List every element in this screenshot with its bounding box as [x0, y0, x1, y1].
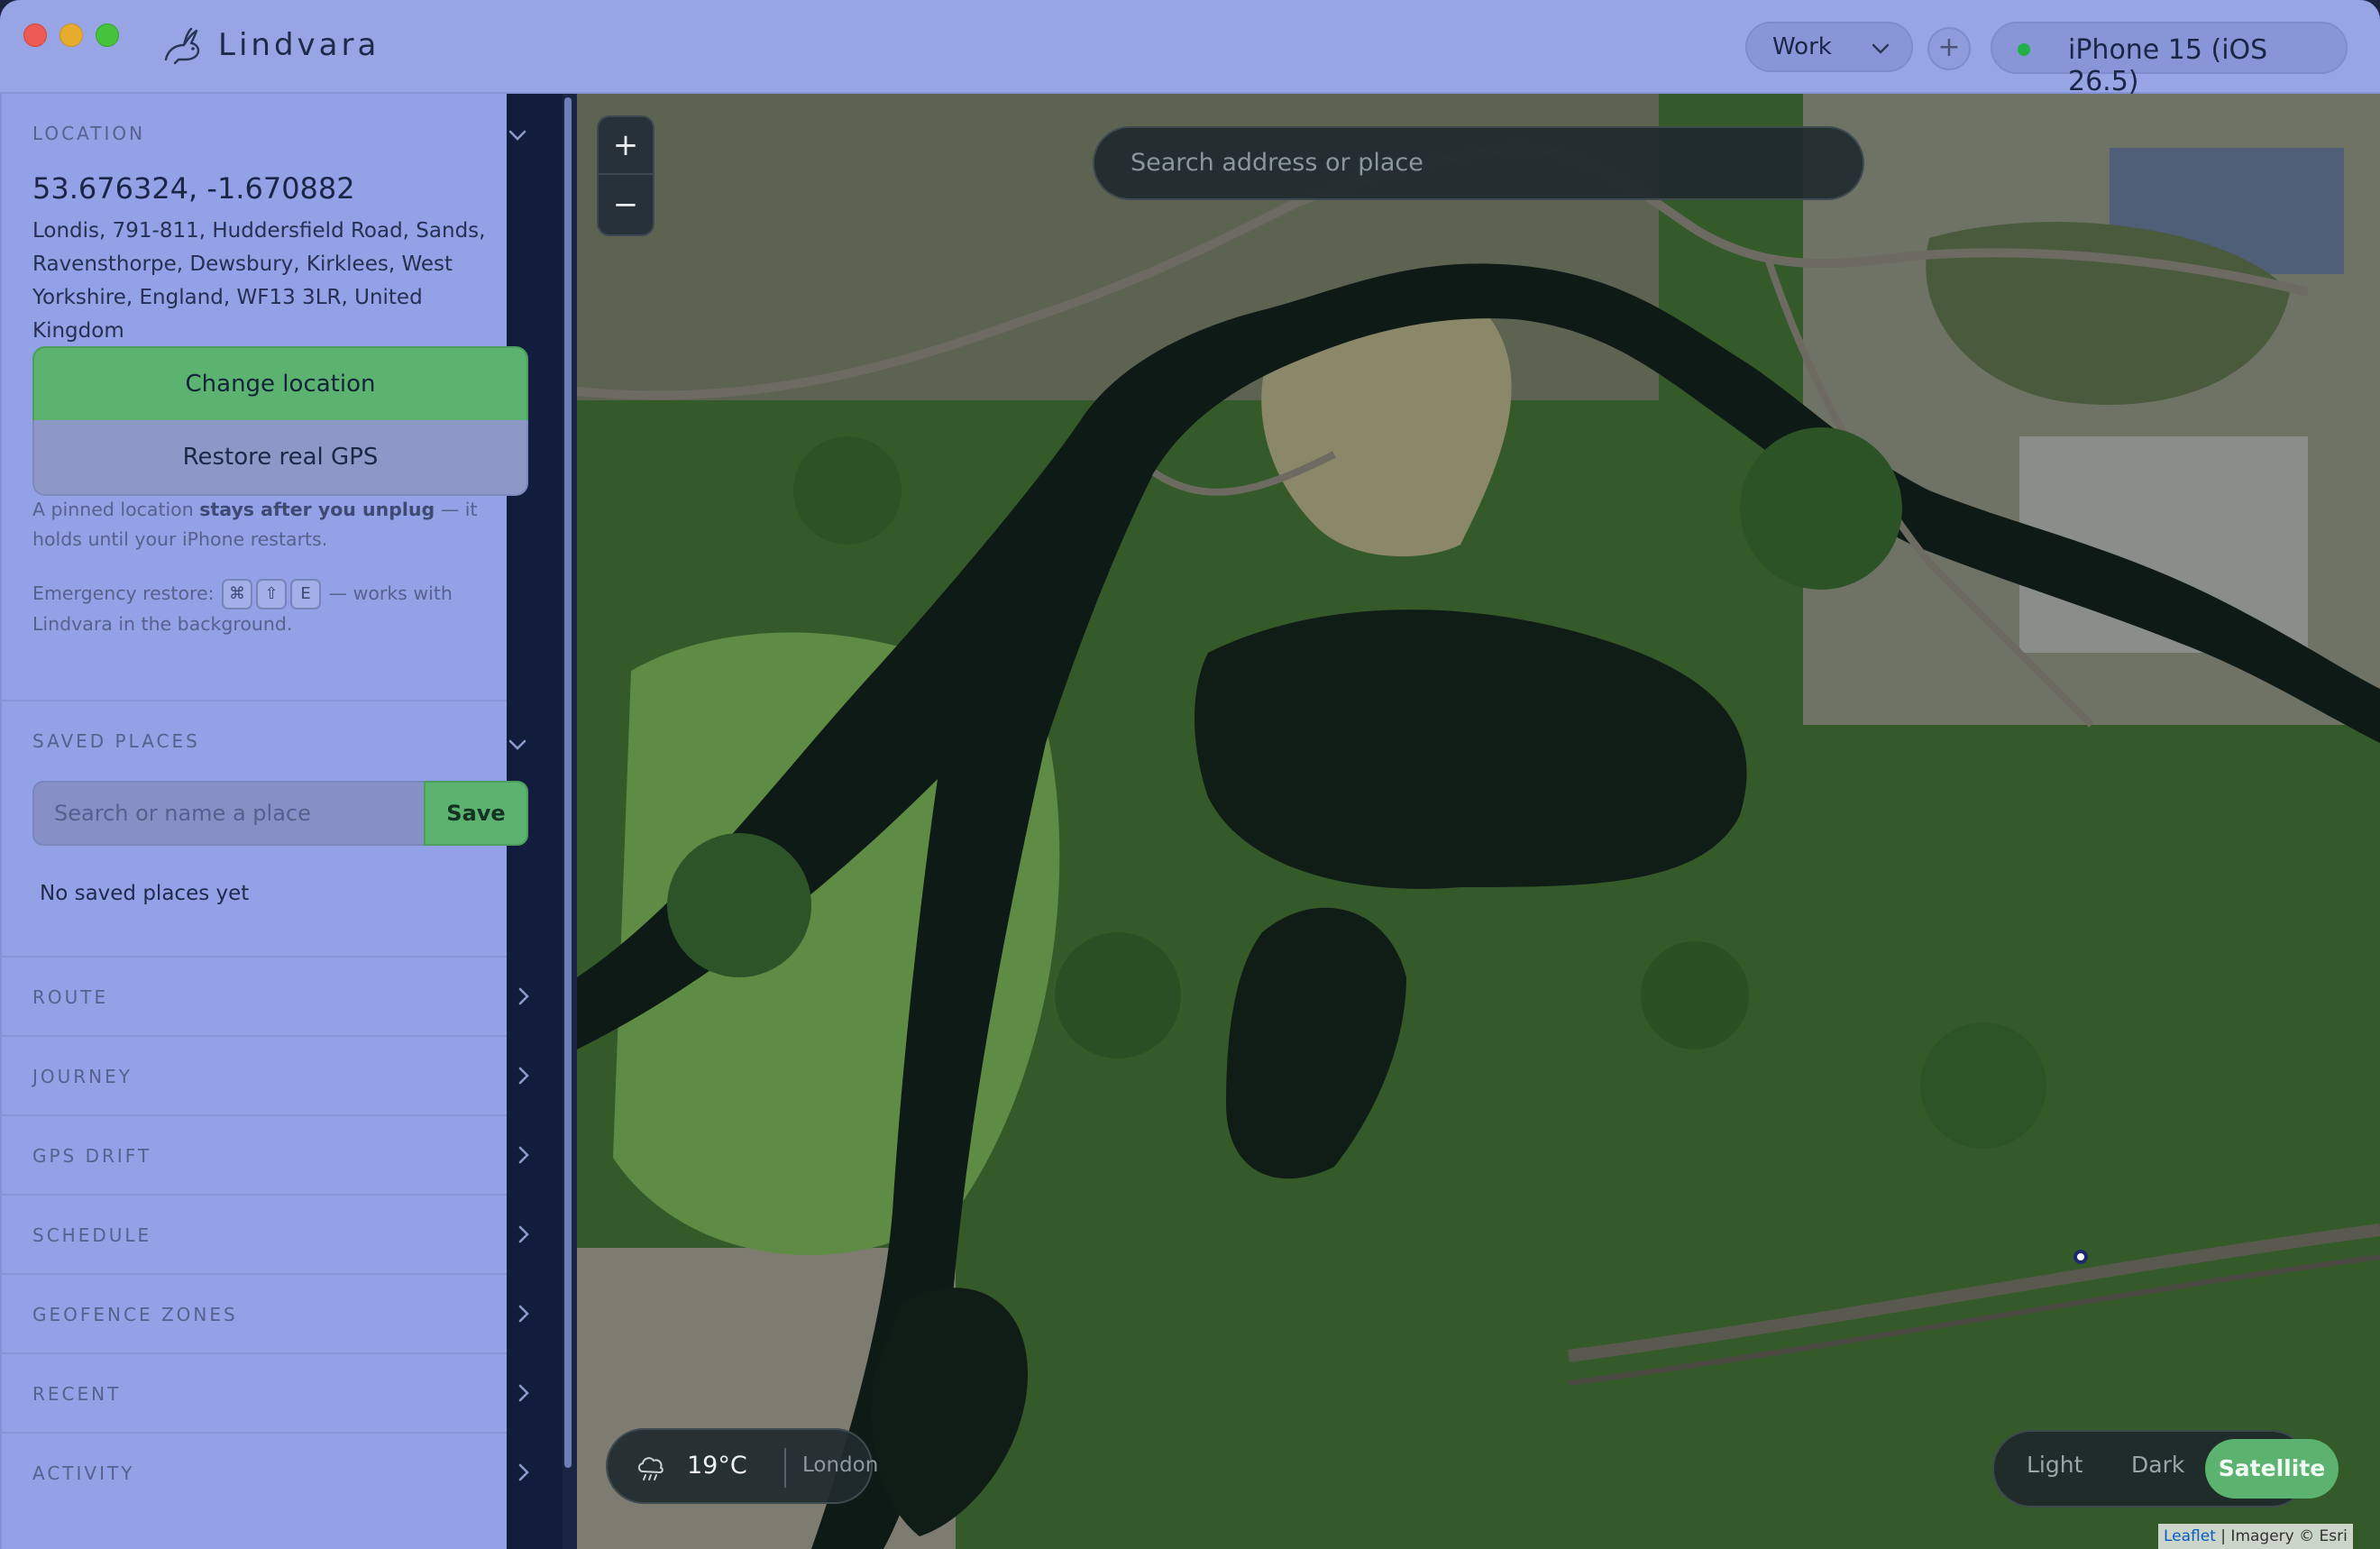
section-label: RECENT — [32, 1383, 122, 1405]
map-style-light[interactable]: Light — [2027, 1452, 2082, 1478]
map-style-switcher: Light Dark Satellite — [1992, 1430, 2339, 1508]
section-label: SCHEDULE — [32, 1224, 152, 1246]
saved-place-input[interactable]: Search or name a place — [32, 781, 424, 846]
emergency-note: Emergency restore: ⌘ ⇧ E — works with Lind… — [32, 579, 510, 639]
pin-note-prefix: A pinned location — [32, 499, 200, 520]
map-style-dark[interactable]: Dark — [2131, 1452, 2184, 1478]
chevron-right-icon — [518, 1067, 529, 1085]
section-journey[interactable]: JOURNEY — [2, 1037, 529, 1116]
chevron-down-icon[interactable] — [505, 123, 530, 148]
pin-note: A pinned location stays after you unplug… — [32, 495, 510, 555]
section-divider — [2, 700, 507, 701]
zoom-window-button[interactable] — [96, 23, 119, 47]
chevron-down-icon — [1872, 43, 1890, 54]
profile-select-value: Work — [1772, 33, 1832, 60]
chevron-right-icon — [518, 987, 529, 1005]
section-label: ROUTE — [32, 986, 109, 1008]
location-heading: LOCATION — [32, 123, 146, 144]
rabbit-logo-icon — [164, 27, 200, 65]
section-route[interactable]: ROUTE — [2, 958, 529, 1037]
satellite-imagery — [577, 94, 2380, 1549]
section-label: GEOFENCE ZONES — [32, 1304, 238, 1325]
close-window-button[interactable] — [23, 23, 47, 47]
imagery-credit: | Imagery © Esri — [2220, 1527, 2348, 1545]
chevron-right-icon — [518, 1225, 529, 1243]
satellite-map[interactable]: + − Search address or place 19°C London … — [577, 94, 2380, 1549]
weather-divider — [784, 1448, 786, 1488]
chevron-right-icon — [518, 1305, 529, 1323]
sidebar-scrollbar-thumb[interactable] — [564, 97, 572, 1468]
location-marker[interactable] — [2073, 1250, 2088, 1264]
weather-city: London — [802, 1453, 879, 1477]
device-selector[interactable]: iPhone 15 (iOS 26.5) — [1991, 22, 2348, 97]
change-location-button[interactable]: Change location — [32, 346, 528, 422]
section-geofence-zones[interactable]: GEOFENCE ZONES — [2, 1275, 529, 1354]
weather-temperature: 19°C — [687, 1452, 747, 1480]
section-label: ACTIVITY — [32, 1462, 135, 1484]
chevron-right-icon — [518, 1146, 529, 1164]
zoom-in-button[interactable]: + — [599, 117, 653, 175]
map-attribution: Leaflet | Imagery © Esri — [2158, 1524, 2353, 1549]
pin-note-emphasis: stays after you unplug — [199, 499, 435, 520]
map-search-input[interactable]: Search address or place — [1093, 126, 1864, 200]
weather-widget: 19°C London — [606, 1428, 878, 1504]
restore-gps-button[interactable]: Restore real GPS — [32, 420, 528, 496]
window-titlebar: Lindvara Work + iPhone 15 (iOS 26.5) — [0, 0, 2380, 97]
e-key: E — [290, 579, 322, 610]
section-label: JOURNEY — [32, 1066, 133, 1087]
section-recent[interactable]: RECENT — [2, 1354, 529, 1434]
section-gps-drift[interactable]: GPS DRIFT — [2, 1116, 529, 1196]
cloud-rain-icon — [637, 1457, 664, 1480]
chevron-down-icon[interactable] — [505, 732, 530, 757]
leaflet-link[interactable]: Leaflet — [2164, 1527, 2216, 1545]
device-name: iPhone 15 (iOS 26.5) — [2068, 34, 2268, 97]
section-schedule[interactable]: SCHEDULE — [2, 1196, 529, 1275]
chevron-right-icon — [518, 1384, 529, 1402]
zoom-out-button[interactable]: − — [599, 177, 653, 234]
add-profile-button[interactable]: + — [1927, 27, 1971, 70]
app-name: Lindvara — [218, 27, 380, 63]
section-activity[interactable]: ACTIVITY — [2, 1434, 529, 1513]
section-label: GPS DRIFT — [32, 1145, 152, 1167]
location-coordinates: 53.676324, -1.670882 — [32, 171, 355, 206]
saved-places-heading: SAVED PLACES — [32, 730, 200, 752]
minimize-window-button[interactable] — [60, 23, 83, 47]
device-connected-icon — [2018, 43, 2030, 56]
command-key: ⌘ — [222, 579, 253, 610]
chevron-right-icon — [518, 1463, 529, 1481]
save-place-button[interactable]: Save — [424, 781, 528, 846]
emergency-label: Emergency restore: — [32, 582, 215, 604]
location-address: Londis, 791-811, Huddersfield Road, Sand… — [32, 219, 486, 343]
profile-select[interactable]: Work — [1745, 22, 1913, 72]
shift-key: ⇧ — [256, 579, 288, 610]
saved-places-empty: No saved places yet — [40, 882, 250, 905]
map-style-satellite[interactable]: Satellite — [2205, 1439, 2339, 1499]
zoom-controls: + − — [597, 115, 654, 236]
